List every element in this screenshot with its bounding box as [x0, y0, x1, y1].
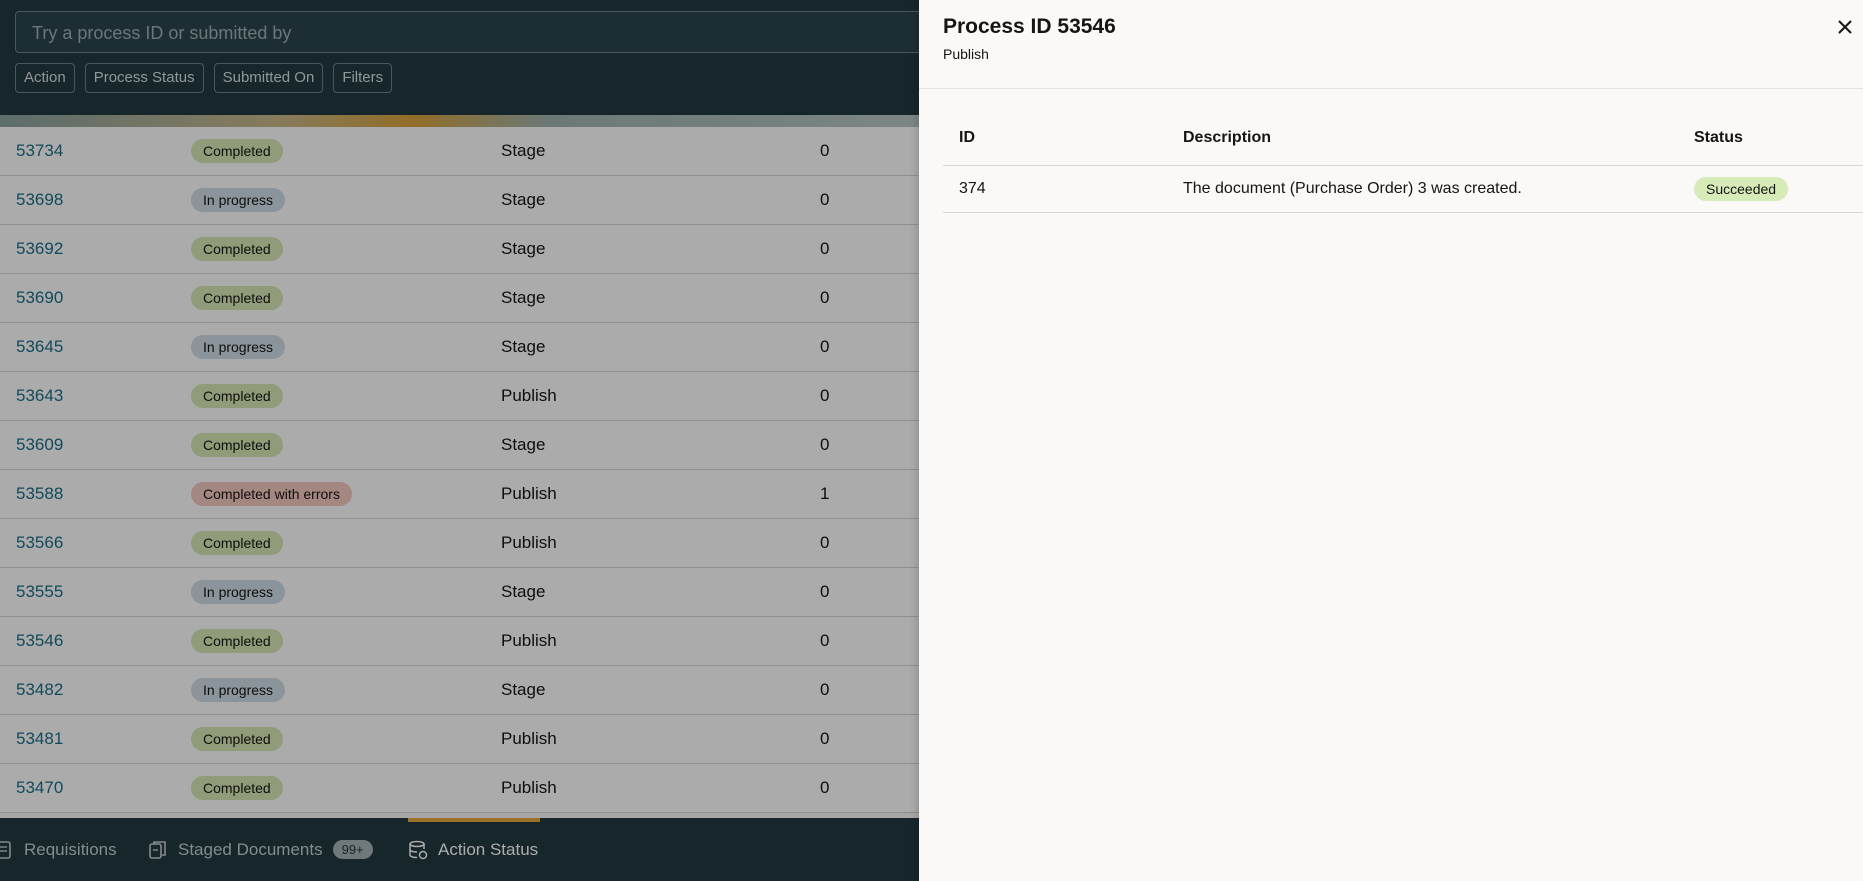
details-table: ID Description Status 374 The document (… — [943, 114, 1863, 213]
drawer-subtitle: Publish — [943, 46, 989, 62]
close-icon[interactable] — [1836, 18, 1854, 36]
divider — [919, 88, 1863, 89]
drawer-title: Process ID 53546 — [943, 15, 1116, 38]
action-status-page: Try a process ID or submitted by Action … — [0, 0, 919, 881]
column-header-status[interactable]: Status — [1694, 114, 1743, 162]
column-header-description[interactable]: Description — [1183, 114, 1271, 162]
status-badge: Succeeded — [1694, 177, 1789, 201]
table-header: ID Description Status — [943, 114, 1863, 166]
column-header-id[interactable]: ID — [959, 114, 975, 162]
row-id: 374 — [959, 180, 986, 197]
row-description: The document (Purchase Order) 3 was crea… — [1183, 180, 1522, 197]
modal-overlay[interactable] — [0, 0, 919, 881]
table-row[interactable]: 374 The document (Purchase Order) 3 was … — [943, 166, 1863, 213]
process-details-drawer: Process ID 53546 Publish ID Description … — [919, 0, 1863, 881]
